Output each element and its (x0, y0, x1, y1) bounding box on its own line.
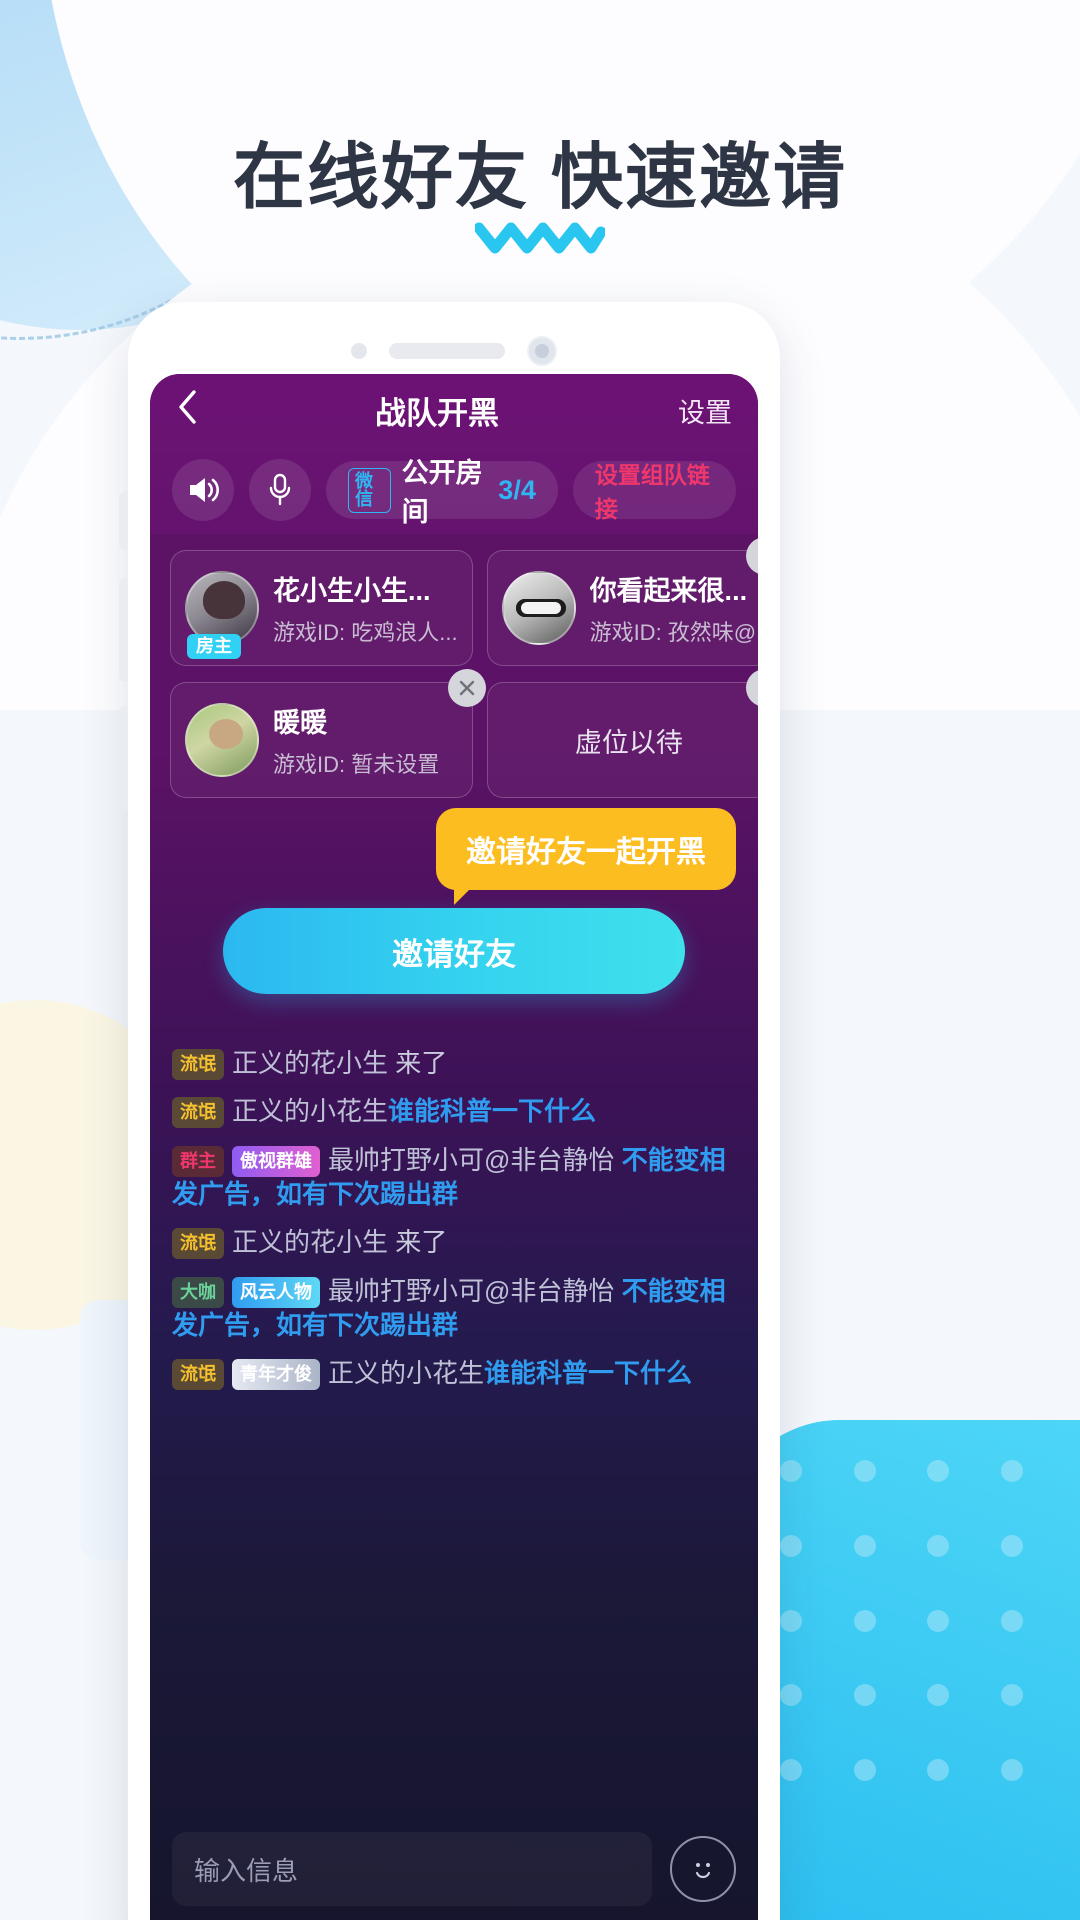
speaker-on-icon (190, 478, 219, 502)
invite-friends-button[interactable]: 邀请好友 (223, 908, 685, 994)
member-grid: 花小生小生... 游戏ID: 吃鸡浪人... 房主 你看起来很... 游戏ID:… (150, 534, 758, 798)
user-tag: 傲视群雄 (232, 1145, 320, 1177)
user-tag: 流氓 (172, 1049, 224, 1080)
empty-member-slot[interactable]: 虚位以待 (486, 669, 758, 798)
chat-message: 大咖 风云人物 最帅打野小可@非台静怡 不能变相发广告，如有下次踢出群 (172, 1274, 736, 1343)
chat-message: 流氓 青年才俊 正义的小花生谁能科普一下什么 (172, 1356, 736, 1391)
user-tag: 流氓 (172, 1228, 224, 1260)
earpiece-speaker (389, 343, 505, 359)
chat-message: 流氓 正义的花小生 来了 (172, 1046, 736, 1080)
member-card[interactable]: 花小生小生... 游戏ID: 吃鸡浪人... 房主 (170, 550, 473, 666)
phone-mockup: 战队开黑 设置 微信 公开房间 3/4 设置组队链接 花小生小生... 游戏ID… (119, 302, 780, 1920)
chat-message: 群主 傲视群雄 最帅打野小可@非台静怡 不能变相发广告，如有下次踢出群 (172, 1143, 736, 1212)
chat-nickname: 正义的花小生 (232, 1048, 389, 1078)
chat-nickname: 正义的小花生 (232, 1096, 389, 1127)
member-name: 暖暖 (273, 708, 327, 738)
chat-body: 谁能科普一下什么 (388, 1096, 597, 1127)
app-navbar: 战队开黑 设置 (150, 374, 758, 446)
microphone-toggle-button[interactable] (249, 459, 311, 521)
user-tag: 风云人物 (232, 1276, 320, 1308)
chat-nickname: 正义的花小生 (232, 1227, 389, 1258)
back-button[interactable] (176, 388, 222, 432)
member-name: 你看起来很... (589, 576, 748, 606)
chat-body: 来了 (388, 1048, 448, 1078)
empty-slot-label: 虚位以待 (574, 727, 683, 758)
speaker-toggle-button[interactable] (172, 459, 234, 521)
chevron-left-icon (179, 390, 196, 424)
team-link-button[interactable]: 设置组队链接 (572, 461, 736, 522)
phone-notch (128, 334, 780, 368)
user-tag: 群主 (172, 1145, 224, 1177)
room-owner-badge: 房主 (187, 634, 241, 659)
tooltip-container: 邀请好友一起开黑 (150, 798, 758, 905)
close-icon (459, 680, 474, 696)
invite-button-container: 邀请好友 (150, 894, 758, 994)
smiley-face-icon (695, 1863, 711, 1879)
close-icon (757, 681, 758, 695)
member-game-id: 游戏ID: 吃鸡浪人... (273, 620, 458, 645)
chat-message: 流氓 正义的花小生 来了 (172, 1225, 736, 1260)
member-game-id: 游戏ID: 孜然味@ (589, 620, 757, 645)
avatar (501, 571, 576, 645)
room-toolbar: 微信 公开房间 3/4 设置组队链接 (150, 446, 758, 534)
chat-body: 来了 (388, 1227, 448, 1258)
room-name-label: 公开房间 (401, 458, 483, 527)
chat-input-bar: 输入信息 (150, 1822, 758, 1920)
chat-nickname: 正义的小花生 (328, 1358, 485, 1389)
user-tag: 青年才俊 (232, 1359, 320, 1391)
message-input[interactable]: 输入信息 (172, 1832, 652, 1906)
room-info-pill[interactable]: 微信 公开房间 3/4 (326, 458, 558, 527)
dot-grid-decoration (780, 1460, 1040, 1800)
member-card[interactable]: 你看起来很... 游戏ID: 孜然味@ (486, 537, 758, 666)
front-camera-icon (527, 336, 557, 366)
remove-member-button[interactable] (447, 669, 486, 707)
settings-button[interactable]: 设置 (652, 391, 732, 430)
phone-button-volume-up (119, 578, 128, 682)
emoji-picker-button[interactable] (670, 1836, 736, 1902)
user-tag: 大咖 (172, 1276, 224, 1308)
phone-button-volume-down (119, 706, 128, 810)
chat-nickname: 最帅打野小可@非台静怡 (328, 1144, 615, 1175)
page-title: 战队开黑 (375, 395, 499, 431)
phone-button-silent (119, 492, 128, 550)
zigzag-wave-icon (0, 222, 1080, 261)
user-tag: 流氓 (172, 1097, 224, 1129)
member-card[interactable]: 暖暖 游戏ID: 暂未设置 (170, 669, 486, 798)
page-headline: 在线好友 快速邀请 (232, 138, 847, 218)
microphone-icon (269, 473, 291, 506)
chat-nickname: 最帅打野小可@非台静怡 (328, 1275, 615, 1306)
close-icon (757, 549, 758, 563)
chat-body: 谁能科普一下什么 (484, 1358, 693, 1389)
user-tag: 流氓 (172, 1359, 224, 1391)
invite-tooltip: 邀请好友一起开黑 (436, 808, 736, 905)
chat-message-list[interactable]: 流氓 正义的花小生 来了 流氓 正义的小花生谁能科普一下什么 群主 傲视群雄 最帅打野小… (150, 994, 758, 1822)
avatar (185, 703, 259, 777)
chat-message: 流氓 正义的小花生谁能科普一下什么 (172, 1094, 736, 1129)
sensor-dot-icon (351, 343, 367, 359)
room-capacity-label: 3/4 (498, 474, 536, 505)
app-screen: 战队开黑 设置 微信 公开房间 3/4 设置组队链接 花小生小生... 游戏ID… (150, 374, 758, 1920)
member-name: 花小生小生... (273, 576, 431, 606)
remove-slot-button[interactable] (746, 669, 758, 707)
wechat-platform-badge: 微信 (348, 467, 391, 513)
member-game-id: 游戏ID: 暂未设置 (273, 752, 440, 777)
